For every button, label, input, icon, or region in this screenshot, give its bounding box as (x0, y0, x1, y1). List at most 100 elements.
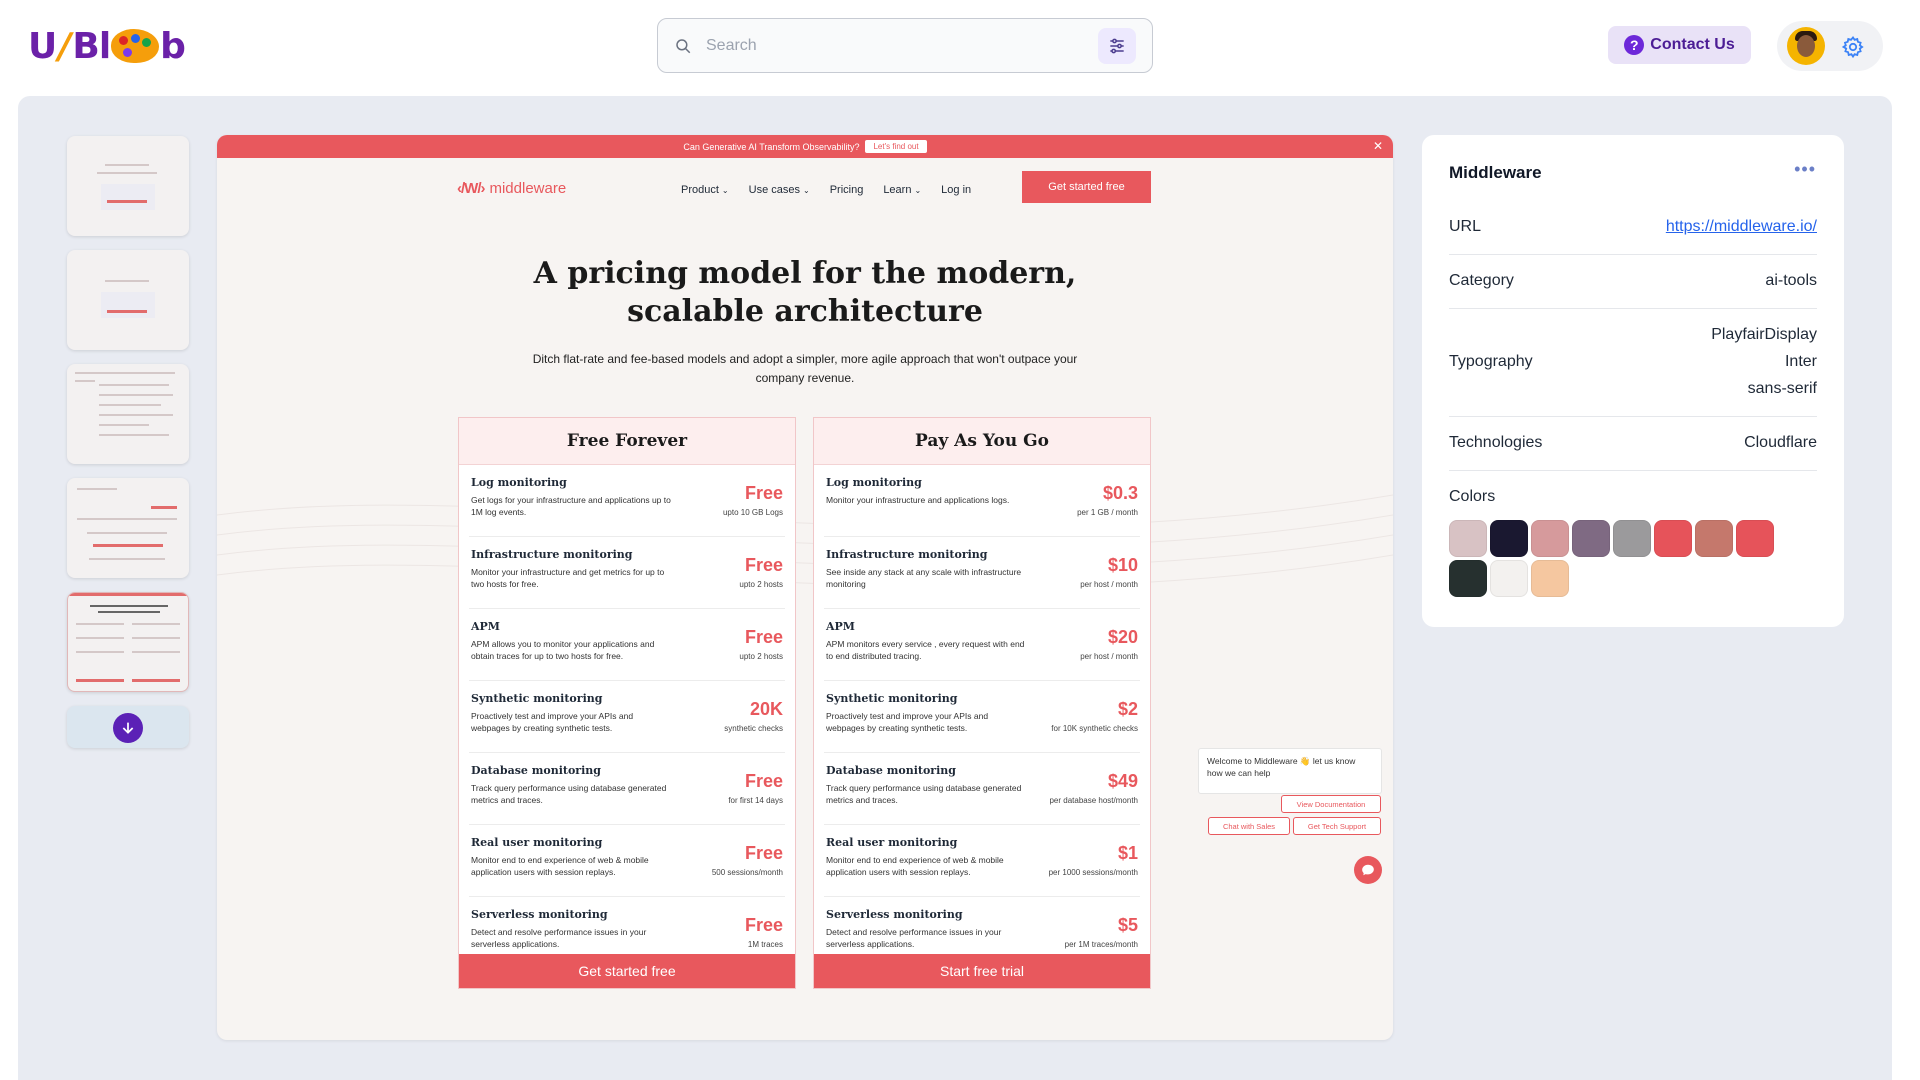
feature-name: Serverless monitoring (471, 908, 608, 921)
uiblob-logo[interactable]: U / Bl b (28, 24, 186, 68)
search-input[interactable] (706, 33, 1076, 59)
plan-feature-row: Synthetic monitoring Proactively test and… (469, 681, 785, 753)
chevron-down-icon: ⌄ (721, 185, 729, 195)
plan-feature-row: Infrastructure monitoring Monitor your in… (469, 537, 785, 609)
color-swatch[interactable] (1695, 520, 1733, 557)
plan-feature-row: Real user monitoring Monitor end to end e… (824, 825, 1140, 897)
site-info-card: Middleware ••• URL https://middleware.io… (1422, 135, 1844, 627)
feature-price: Free (744, 627, 783, 647)
middleware-logo[interactable]: ‹/W/› middleware (457, 180, 566, 197)
thumbnail-selected[interactable] (67, 592, 189, 692)
plan-feature-row: Database monitoring Track query performan… (469, 753, 785, 825)
feature-name: Log monitoring (471, 476, 567, 489)
color-swatch[interactable] (1572, 520, 1610, 557)
contact-us-button[interactable]: ? Contact Us (1608, 26, 1751, 64)
color-swatch[interactable] (1654, 520, 1692, 557)
color-swatch[interactable] (1490, 560, 1528, 597)
plan-feature-row: Log monitoring Get logs for your infrastr… (469, 465, 785, 537)
nav-link-learn[interactable]: Learn ⌄ (883, 184, 921, 196)
feature-price: $49 (1107, 771, 1138, 791)
get-tech-support-button[interactable]: Get Tech Support (1293, 817, 1381, 835)
plan-feature-row: APM APM monitors every service , every re… (824, 609, 1140, 681)
feature-name: Real user monitoring (471, 836, 603, 849)
feature-description: Track query performance using database g… (471, 783, 667, 805)
typography-font-3: sans-serif (1747, 380, 1817, 397)
plan-feature-row: Infrastructure monitoring See inside any … (824, 537, 1140, 609)
colors-label: Colors (1449, 488, 1496, 505)
top-header: U/Blb ? Contact Us (0, 0, 1920, 92)
nav-link-product[interactable]: Product ⌄ (681, 184, 729, 196)
announcement-banner: Can Generative AI Transform Observabilit… (217, 135, 1393, 158)
feature-description: APM allows you to monitor your applicati… (471, 639, 655, 661)
feature-price: Free (744, 843, 783, 863)
avatar[interactable] (1787, 27, 1825, 65)
color-swatch[interactable] (1490, 520, 1528, 557)
background-waves (217, 494, 1393, 588)
feature-name: Database monitoring (826, 764, 956, 777)
brand-name: middleware (489, 180, 567, 197)
download-button[interactable] (113, 713, 143, 743)
plan-card-paygo: Pay As You Go Log monitoring Monitor your… (813, 417, 1151, 989)
feature-price: Free (744, 771, 783, 791)
plan-card-free: Free Forever Log monitoring Get logs for … (458, 417, 796, 989)
chat-with-sales-button[interactable]: Chat with Sales (1208, 817, 1290, 835)
site-name: Middleware (1449, 163, 1542, 182)
feature-price: 20K (749, 699, 783, 719)
start-free-trial-button[interactable]: Start free trial (814, 954, 1150, 988)
thumbnail[interactable] (67, 250, 189, 350)
url-link[interactable]: https://middleware.io/ (1666, 218, 1817, 236)
color-swatch[interactable] (1449, 560, 1487, 597)
feature-description: Monitor end to end experience of web & m… (826, 855, 1004, 877)
nav-link-login[interactable]: Log in (941, 184, 971, 196)
get-started-free-button[interactable]: Get started free (459, 954, 795, 988)
technologies-label: Technologies (1449, 434, 1543, 451)
url-label: URL (1449, 218, 1482, 235)
feature-price: Free (744, 555, 783, 575)
color-swatch[interactable] (1613, 520, 1651, 557)
feature-name: Infrastructure monitoring (826, 548, 988, 561)
feature-name: Serverless monitoring (826, 908, 963, 921)
filter-icon (1110, 38, 1124, 54)
color-swatch[interactable] (1736, 520, 1774, 557)
feature-price: $1 (1117, 843, 1138, 863)
banner-button[interactable]: Let's find out (865, 140, 927, 153)
category-row: Category ai-tools (1449, 255, 1817, 309)
hero-title: A pricing model for the modern, scalable… (533, 256, 1077, 329)
feature-description: See inside any stack at any scale with i… (826, 567, 1022, 589)
chat-launcher-button[interactable] (1354, 856, 1382, 884)
feature-price-note: upto 10 GB Logs (722, 508, 783, 517)
more-options-icon[interactable]: ••• (1794, 159, 1816, 180)
contact-us-label: Contact Us (1650, 36, 1735, 53)
feature-price-note: 1M traces (747, 940, 783, 949)
color-swatch[interactable] (1449, 520, 1487, 557)
category-label: Category (1449, 272, 1514, 289)
view-documentation-button[interactable]: View Documentation (1281, 795, 1381, 813)
feature-price-note: for first 14 days (728, 796, 783, 805)
chat-welcome-text: Welcome to Middleware 👋 let us know how … (1207, 756, 1356, 778)
technologies-row: Technologies Cloudflare (1449, 417, 1817, 471)
thumbnail[interactable] (67, 364, 189, 464)
nav-link-pricing[interactable]: Pricing (830, 184, 864, 196)
search-bar (657, 18, 1153, 73)
feature-price: $2 (1117, 699, 1138, 719)
thumbnail[interactable] (67, 136, 189, 236)
plan-title: Free Forever (459, 418, 795, 465)
close-icon[interactable]: ✕ (1373, 139, 1383, 153)
get-started-button[interactable]: Get started free (1022, 171, 1151, 203)
feature-price-note: 500 sessions/month (711, 868, 783, 877)
filter-button[interactable] (1098, 28, 1136, 64)
feature-price: $20 (1107, 627, 1138, 647)
gear-icon[interactable] (1841, 35, 1865, 59)
feature-description: Get logs for your infrastructure and app… (471, 495, 671, 517)
feature-price: $10 (1107, 555, 1138, 575)
color-swatch[interactable] (1531, 560, 1569, 597)
plan-title: Pay As You Go (814, 418, 1150, 465)
thumbnail[interactable] (67, 478, 189, 578)
plan-feature-row: Real user monitoring Monitor end to end e… (469, 825, 785, 897)
search-icon (676, 39, 691, 54)
color-swatch[interactable] (1531, 520, 1569, 557)
feature-price-note: upto 2 hosts (739, 652, 783, 661)
feature-description: Detect and resolve performance issues in… (826, 927, 1002, 949)
feature-name: Log monitoring (826, 476, 922, 489)
nav-link-use-cases[interactable]: Use cases ⌄ (749, 184, 810, 196)
